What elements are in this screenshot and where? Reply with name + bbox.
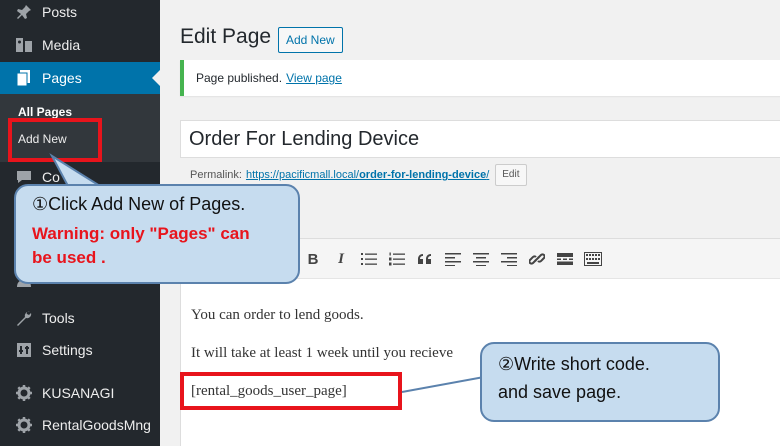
bold-icon[interactable]: B: [303, 249, 323, 269]
permalink-label: Permalink:: [190, 169, 242, 181]
screen: Posts Media Pages All Pages Add New Co T…: [0, 0, 780, 446]
permalink-base: https://pacificmall.local/: [245, 169, 360, 181]
align-left-icon[interactable]: [443, 249, 463, 269]
permalink-slug: order-for-lending-device: [359, 169, 487, 181]
sidebar-item-label: Pages: [42, 70, 82, 86]
sidebar-item-label: KUSANAGI: [42, 385, 115, 401]
gear-icon: [14, 415, 34, 435]
blockquote-icon[interactable]: [415, 249, 435, 269]
page-title: Edit Page: [180, 25, 272, 48]
permalink-trailing: /: [486, 169, 490, 181]
numbered-list-icon[interactable]: [387, 249, 407, 269]
media-icon: [14, 35, 34, 55]
permalink-row: Permalink: https://pacificmall.local/ord…: [190, 164, 527, 186]
title-input[interactable]: Order For Lending Device: [180, 120, 780, 158]
italic-icon[interactable]: I: [331, 249, 351, 269]
bullet-list-icon[interactable]: [359, 249, 379, 269]
callout-add-new: ①Click Add New of Pages. Warning: only "…: [14, 184, 300, 284]
toolbar-toggle-icon[interactable]: [583, 249, 603, 269]
read-more-icon[interactable]: [555, 249, 575, 269]
title-value: Order For Lending Device: [189, 127, 420, 150]
align-center-icon[interactable]: [471, 249, 491, 269]
settings-icon: [14, 340, 34, 360]
sidebar-item-settings[interactable]: Settings: [0, 334, 160, 366]
sidebar-item-tools[interactable]: Tools: [0, 302, 160, 334]
sidebar-item-label: Co: [42, 169, 60, 185]
gear-icon: [14, 383, 34, 403]
callout-shortcode: ②Write short code. and save page.: [480, 342, 720, 422]
shortcode-highlight: [180, 372, 402, 410]
add-new-button[interactable]: Add New: [278, 27, 343, 53]
callout1-warning-line1: Warning: only "Pages" can: [32, 224, 250, 243]
callout2-instruction: ②Write short code.: [498, 354, 650, 374]
sidebar-item-label: RentalGoodsMng: [42, 417, 151, 433]
align-right-icon[interactable]: [499, 249, 519, 269]
published-notice: Page published. View page: [180, 60, 780, 96]
sidebar-item-label: Tools: [42, 310, 75, 326]
link-icon[interactable]: [527, 249, 547, 269]
sidebar-item-label: Settings: [42, 342, 93, 358]
permalink-link[interactable]: https://pacificmall.local/order-for-lend…: [246, 169, 489, 181]
sidebar-item-rentalgoodsmng[interactable]: RentalGoodsMng: [0, 409, 160, 441]
notice-message: Page published.: [196, 71, 283, 85]
sidebar-item-media[interactable]: Media: [0, 29, 160, 61]
submenu-all-pages[interactable]: All Pages: [18, 105, 72, 119]
permalink-edit-button[interactable]: Edit: [495, 164, 527, 186]
wrench-icon: [14, 308, 34, 328]
sidebar-item-label: Posts: [42, 4, 78, 20]
callout1-warning-line2: be used .: [32, 248, 106, 267]
pages-icon: [14, 68, 34, 88]
sidebar-item-pages[interactable]: Pages: [0, 62, 160, 94]
sidebar-item-posts[interactable]: Posts: [0, 0, 160, 28]
sidebar-item-label: Media: [42, 37, 81, 53]
callout1-instruction: ①Click Add New of Pages.: [32, 194, 246, 214]
pin-icon: [14, 2, 34, 22]
add-new-highlight: [8, 118, 102, 162]
callout2-save: and save page.: [498, 382, 622, 402]
editor-paragraph: It will take at least 1 week until you r…: [191, 345, 453, 361]
sidebar-item-kusanagi[interactable]: KUSANAGI: [0, 377, 160, 409]
notice-text: Page published. View page: [196, 71, 342, 85]
view-page-link[interactable]: View page: [286, 71, 342, 85]
editor-paragraph: You can order to lend goods.: [191, 307, 364, 323]
